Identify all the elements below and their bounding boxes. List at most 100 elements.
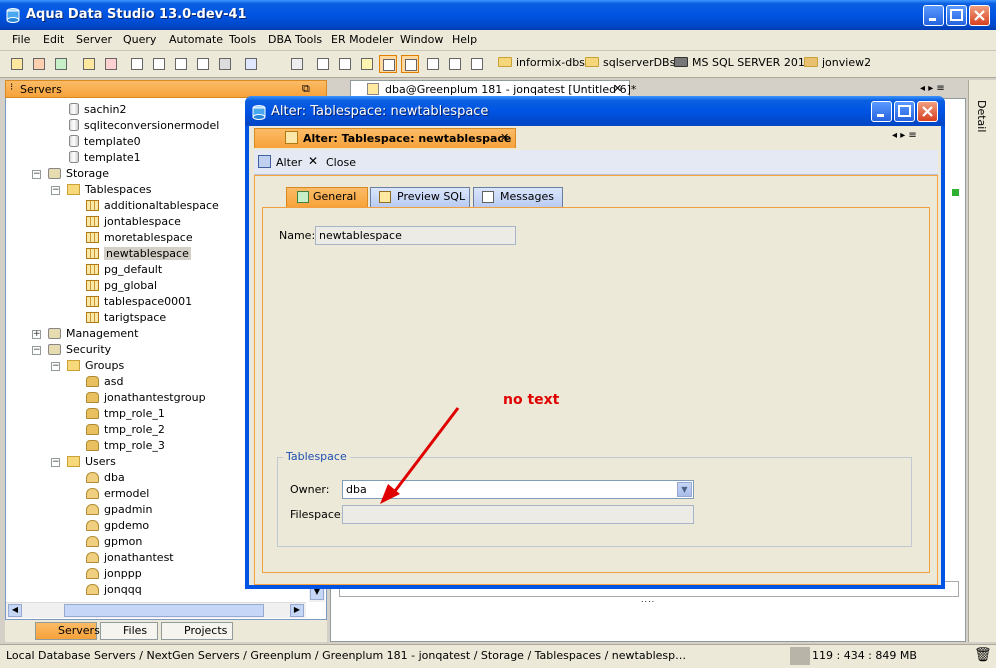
tab-messages[interactable]: Messages [473, 187, 563, 207]
tree-item-dba[interactable]: dba [86, 470, 125, 486]
tree-item-tablespaces[interactable]: Tablespaces [67, 182, 151, 198]
disconnect-icon[interactable] [102, 55, 120, 73]
tree-item-additionaltablespace[interactable]: additionaltablespace [86, 198, 219, 214]
split-view-icon[interactable] [446, 55, 464, 73]
tab-files[interactable]: Files [100, 622, 158, 640]
server-properties-icon[interactable] [52, 55, 70, 73]
menu-help[interactable]: Help [452, 33, 477, 46]
tree-item-gpdemo[interactable]: gpdemo [86, 518, 149, 534]
tree-item-template0[interactable]: template0 [69, 134, 141, 150]
tree-item-jonqqq[interactable]: jonqqq [86, 582, 142, 598]
bookmark-ms-sql-server-2012[interactable]: MS SQL SERVER 2012 [674, 56, 812, 69]
tablespace-icon [86, 264, 99, 275]
tree-item-tarigtspace[interactable]: tarigtspace [86, 310, 166, 326]
collapse-storage-toggle[interactable]: − [32, 170, 41, 179]
close-window-button[interactable] [969, 5, 990, 26]
close-button[interactable]: ✕ Close [308, 154, 368, 170]
notes-icon[interactable] [358, 55, 376, 73]
collapse-groups-toggle[interactable]: − [51, 362, 60, 371]
tree-item-asd[interactable]: asd [86, 374, 123, 390]
dialog-close-button[interactable] [917, 101, 938, 122]
restore-panel-icon[interactable]: ⧉ [302, 82, 310, 96]
tree-item-template1[interactable]: template1 [69, 150, 141, 166]
tab-projects[interactable]: Projects [161, 622, 233, 640]
tree-item-jontablespace[interactable]: jontablespace [86, 214, 181, 230]
tree-item-tmp-role-1[interactable]: tmp_role_1 [86, 406, 165, 422]
detail-tab[interactable]: Detail [975, 100, 988, 132]
menu-automate[interactable]: Automate [169, 33, 223, 46]
tree-item-pg-default[interactable]: pg_default [86, 262, 162, 278]
horizontal-scroll-thumb[interactable] [64, 604, 264, 617]
menu-query[interactable]: Query [123, 33, 156, 46]
tree-item-gpmon[interactable]: gpmon [86, 534, 142, 550]
connect-icon[interactable] [80, 55, 98, 73]
collapse-tablespaces-toggle[interactable]: − [51, 186, 60, 195]
print-icon[interactable] [288, 55, 306, 73]
minimize-button[interactable] [923, 5, 944, 26]
compare-icon[interactable] [194, 55, 212, 73]
window-layout-icon[interactable] [336, 55, 354, 73]
table-data-editor-icon[interactable] [172, 55, 190, 73]
name-field[interactable]: newtablespace [315, 226, 516, 245]
tree-item-groups[interactable]: Groups [67, 358, 124, 374]
tab-servers[interactable]: Servers [35, 622, 100, 640]
tree-horizontal-scrollbar[interactable]: ◀ ▶ [6, 602, 306, 618]
tree-item-security[interactable]: Security [48, 342, 111, 358]
tree-item-jonppp[interactable]: jonppp [86, 566, 142, 582]
menu-tools[interactable]: Tools [229, 33, 256, 46]
tree-item-tablespace0001[interactable]: tablespace0001 [86, 294, 192, 310]
tree-item-jonathantestgroup[interactable]: jonathantestgroup [86, 390, 206, 406]
tree-item-moretablespace[interactable]: moretablespace [86, 230, 193, 246]
tree-item-management[interactable]: Management [48, 326, 138, 342]
close-tab-icon[interactable]: ✕ [613, 82, 622, 95]
tree-item-pg-global[interactable]: pg_global [86, 278, 157, 294]
query-analyzer-icon[interactable] [150, 55, 168, 73]
splitter-grip-icon[interactable]: .... [641, 595, 655, 604]
list-view-icon[interactable] [424, 55, 442, 73]
scroll-right-arrow-icon[interactable]: ▶ [290, 604, 304, 617]
collapse-security-toggle[interactable]: − [32, 346, 41, 355]
tree-item-jonathantest[interactable]: jonathantest [86, 550, 174, 566]
tree-item-gpadmin[interactable]: gpadmin [86, 502, 152, 518]
new-server-icon[interactable] [8, 55, 26, 73]
maximize-button[interactable] [946, 5, 967, 26]
menu-er-modeler[interactable]: ER Modeler [331, 33, 393, 46]
dialog-tab-nav-icon[interactable]: ◂ ▸ ≡ [892, 130, 917, 141]
tree-item-storage[interactable]: Storage [48, 166, 109, 182]
close-tab-icon[interactable]: ✕ [500, 131, 509, 144]
dialog-document-tab[interactable]: Alter: Tablespace: newtablespace ✕ [254, 128, 516, 148]
bookmark-sqlserverdbs[interactable]: sqlserverDBs [585, 56, 675, 69]
collapse-users-toggle[interactable]: − [51, 458, 60, 467]
cascade-windows-icon[interactable] [401, 55, 419, 73]
query-window-icon[interactable] [128, 55, 146, 73]
dialog-minimize-button[interactable] [871, 101, 892, 122]
register-server-icon[interactable] [30, 55, 48, 73]
chevron-down-icon[interactable]: ▼ [677, 482, 692, 497]
tree-item-tmp-role-2[interactable]: tmp_role_2 [86, 422, 165, 438]
dialog-maximize-button[interactable] [894, 101, 915, 122]
tree-item-sqliteconversionermodel[interactable]: sqliteconversionermodel [69, 118, 219, 134]
tab-preview-sql[interactable]: Preview SQL [370, 187, 470, 207]
tile-windows-icon[interactable] [379, 55, 397, 73]
menu-edit[interactable]: Edit [43, 33, 64, 46]
tab-general[interactable]: General [286, 187, 368, 207]
tree-item-sachin2[interactable]: sachin2 [69, 102, 127, 118]
grid-view-icon[interactable] [314, 55, 332, 73]
tree-item-users[interactable]: Users [67, 454, 116, 470]
tree-item-newtablespace[interactable]: newtablespace [86, 246, 191, 262]
tab-nav-arrows-icon[interactable]: ◂ ▸ ≡ [920, 83, 945, 94]
tree-item-ermodel[interactable]: ermodel [86, 486, 149, 502]
menu-dba-tools[interactable]: DBA Tools [268, 33, 322, 46]
menu-server[interactable]: Server [76, 33, 112, 46]
clipboard-icon[interactable] [216, 55, 234, 73]
expand-management-toggle[interactable]: + [32, 330, 41, 339]
bookmark-jonview2[interactable]: jonview2 [804, 56, 871, 69]
bookmark-informix-dbs[interactable]: informix-dbs [498, 56, 585, 69]
menu-file[interactable]: File [12, 33, 30, 46]
tree-item-tmp-role-3[interactable]: tmp_role_3 [86, 438, 165, 454]
chart-icon[interactable] [468, 55, 486, 73]
scroll-left-arrow-icon[interactable]: ◀ [8, 604, 22, 617]
menu-window[interactable]: Window [400, 33, 443, 46]
trash-icon[interactable]: 🗑 [974, 647, 992, 663]
export-dropdown-icon[interactable] [242, 55, 260, 73]
